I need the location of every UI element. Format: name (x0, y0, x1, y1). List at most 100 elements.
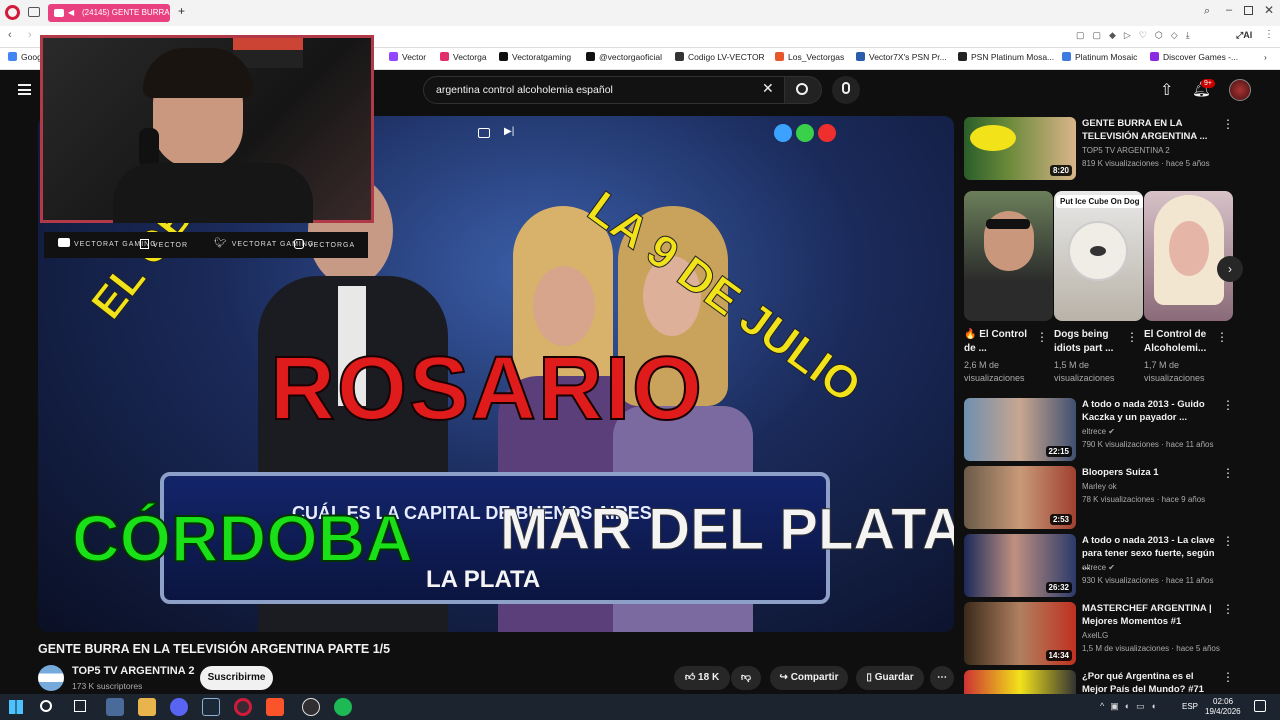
rec-options-icon[interactable]: ⋮ (1222, 117, 1234, 131)
subscribe-button[interactable]: Suscribirme (200, 666, 273, 690)
browser-tab-active[interactable]: ◀ (24145) GENTE BURRA (48, 4, 170, 22)
search-icon[interactable] (40, 700, 52, 712)
back-icon[interactable]: ‹ (8, 29, 12, 41)
rec-channel[interactable]: AxelLG (1082, 630, 1232, 642)
rec-channel[interactable]: eltrece ✔ (1082, 426, 1232, 438)
rec-meta: 1,5 M de visualizaciones · hace 5 años (1082, 644, 1220, 653)
bookmark-google[interactable]: Goog (8, 52, 42, 62)
spotify-icon[interactable] (334, 698, 352, 716)
short-options-icon-2[interactable]: ⋮ (1216, 330, 1228, 344)
maximize-button[interactable] (1244, 6, 1253, 15)
rec-thumbnail-4[interactable]: 14:34 (964, 602, 1076, 665)
shorts-next-button[interactable]: › (1217, 256, 1243, 282)
bookmark-psn-profile[interactable]: Vector7X's PSN Pr... (856, 52, 947, 62)
streamer-hair (143, 48, 253, 98)
rec-options-icon[interactable]: ⋮ (1222, 534, 1234, 548)
file-manager-icon[interactable] (106, 698, 124, 716)
ai-button[interactable]: ⤢AI (1236, 30, 1252, 41)
verified-icon: ✔ (1108, 563, 1115, 572)
short-options-icon-1[interactable]: ⋮ (1126, 330, 1138, 344)
rec-options-icon[interactable]: ⋮ (1222, 466, 1234, 480)
dislike-button[interactable]: 👎︎ (731, 666, 761, 690)
rec-options-icon[interactable]: ⋮ (1222, 670, 1234, 684)
clock-date[interactable]: 19/4/2026 (1205, 707, 1241, 716)
new-tab-button[interactable]: + (178, 4, 185, 18)
share-button[interactable]: ↪ Compartir (770, 666, 848, 690)
rec-thumbnail-2[interactable]: 2:53 (964, 466, 1076, 529)
short-options-icon-0[interactable]: ⋮ (1036, 330, 1048, 344)
audio-icon[interactable]: ◀ (68, 4, 74, 22)
task-view-icon[interactable] (74, 700, 86, 712)
rec-options-icon[interactable]: ⋮ (1222, 398, 1234, 412)
opera-taskbar-icon[interactable] (234, 698, 252, 716)
rec-options-icon[interactable]: ⋮ (1222, 602, 1234, 616)
rec-title[interactable]: ¿Por qué Argentina es el Mejor País del … (1082, 670, 1217, 694)
clock-time[interactable]: 02:06 (1213, 697, 1233, 706)
forward-icon[interactable]: › (28, 29, 32, 41)
rec-channel[interactable]: eltrece ✔ (1082, 562, 1232, 574)
bookmark-vectorgaoficial[interactable]: @vectorgaoficial (586, 52, 662, 62)
tv-channel-logo (774, 124, 838, 142)
miniplayer-icon[interactable] (478, 128, 490, 138)
short-thumbnail-1[interactable]: Put Ice Cube On Dog (1054, 191, 1143, 321)
bookmark-los-vectorgas[interactable]: Los_Vectorgas (775, 52, 844, 62)
share-icon: ↪ (779, 672, 791, 683)
rec-title[interactable]: Bloopers Suiza 1 (1082, 466, 1217, 479)
rec-thumbnail-1[interactable]: 22:15 (964, 398, 1076, 461)
bookmark-vectoratgaming[interactable]: Vectoratgaming (499, 52, 571, 62)
folder-icon[interactable] (138, 698, 156, 716)
bookmark-codigo-lv[interactable]: Codigo LV-VECTOR (675, 52, 765, 62)
bookmark-platinum-mosaic[interactable]: Platinum Mosaic (1062, 52, 1137, 62)
close-window-button[interactable]: ✕ (1264, 3, 1274, 17)
extensions-icons[interactable]: ▢▢◆▷♡⬡◇⤓ (1076, 30, 1216, 42)
short-title-1[interactable]: Dogs being idiots part ... (1054, 328, 1130, 356)
short-title-2[interactable]: El Control de Alcoholemi... (1144, 328, 1220, 356)
bookmarks-more-icon[interactable]: › (1264, 52, 1267, 62)
bookmark-discover-games[interactable]: Discover Games -... (1150, 52, 1238, 62)
short-badge: Put Ice Cube On Dog (1056, 195, 1143, 208)
bookmark-vector[interactable]: Vector (389, 52, 426, 62)
short-thumbnail-0[interactable] (964, 191, 1053, 321)
opera-logo-icon[interactable] (5, 5, 20, 20)
notification-center-icon[interactable] (1254, 700, 1266, 712)
avatar[interactable] (1229, 79, 1251, 101)
short-thumbnail-2[interactable] (1144, 191, 1233, 321)
channel-avatar[interactable] (38, 665, 64, 691)
language-indicator[interactable]: ESP (1182, 702, 1198, 711)
rec-title[interactable]: A todo o nada 2013 - Guido Kaczka y un p… (1082, 398, 1217, 424)
minimize-button[interactable]: – (1226, 4, 1232, 16)
search-button[interactable] (784, 76, 822, 104)
obs-icon[interactable] (302, 698, 320, 716)
clear-search-icon[interactable]: ✕ (762, 80, 774, 97)
rec-title[interactable]: GENTE BURRA EN LA TELEVISIÓN ARGENTINA .… (1082, 117, 1217, 143)
youtube-tab-icon (54, 9, 64, 17)
search-input[interactable]: argentina control alcoholemia español (423, 76, 785, 104)
channel-name[interactable]: TOP5 TV ARGENTINA 2 (72, 665, 194, 677)
short-title-0[interactable]: 🔥 El Control de ... (964, 328, 1040, 356)
next-icon[interactable]: ▶| (504, 126, 514, 137)
overlay-rosario: ROSARIO (269, 338, 705, 440)
discord-icon[interactable] (170, 698, 188, 716)
rec-thumbnail-0[interactable]: 8:20 (964, 117, 1076, 180)
rec-channel[interactable]: TOP5 TV ARGENTINA 2 (1082, 145, 1232, 157)
tray-icons[interactable]: ^▣◐▭◖ (1100, 701, 1162, 712)
menu-icon[interactable] (18, 84, 31, 95)
rec-channel[interactable]: Marley ok (1082, 481, 1232, 493)
rec-title[interactable]: MASTERCHEF ARGENTINA | Mejores Momentos … (1082, 602, 1217, 628)
save-button[interactable]: ▯ Guardar (856, 666, 924, 690)
browser-menu-icon[interactable]: ⋮ (1264, 29, 1274, 40)
more-actions-button[interactable]: ⋯ (930, 666, 954, 690)
windows-start-icon[interactable] (9, 700, 23, 714)
bookmark-vectorga-instagram[interactable]: Vectorga (440, 52, 487, 62)
like-button[interactable]: 👍︎ 18 K (674, 666, 730, 690)
brave-icon[interactable] (266, 698, 284, 716)
tab-menu-icon[interactable] (28, 7, 40, 17)
steam-icon[interactable] (202, 698, 220, 716)
upload-icon[interactable]: ⇧ (1160, 80, 1173, 100)
short-views-2: 1,7 M de visualizaciones (1144, 360, 1205, 383)
rec-thumbnail-5[interactable] (964, 670, 1076, 694)
voice-search-button[interactable] (832, 76, 860, 104)
rec-thumbnail-3[interactable]: 26:32 (964, 534, 1076, 597)
bookmark-psn-platinum[interactable]: PSN Platinum Mosa... (958, 52, 1054, 62)
search-tabs-icon[interactable]: ⌕ (1204, 5, 1210, 18)
